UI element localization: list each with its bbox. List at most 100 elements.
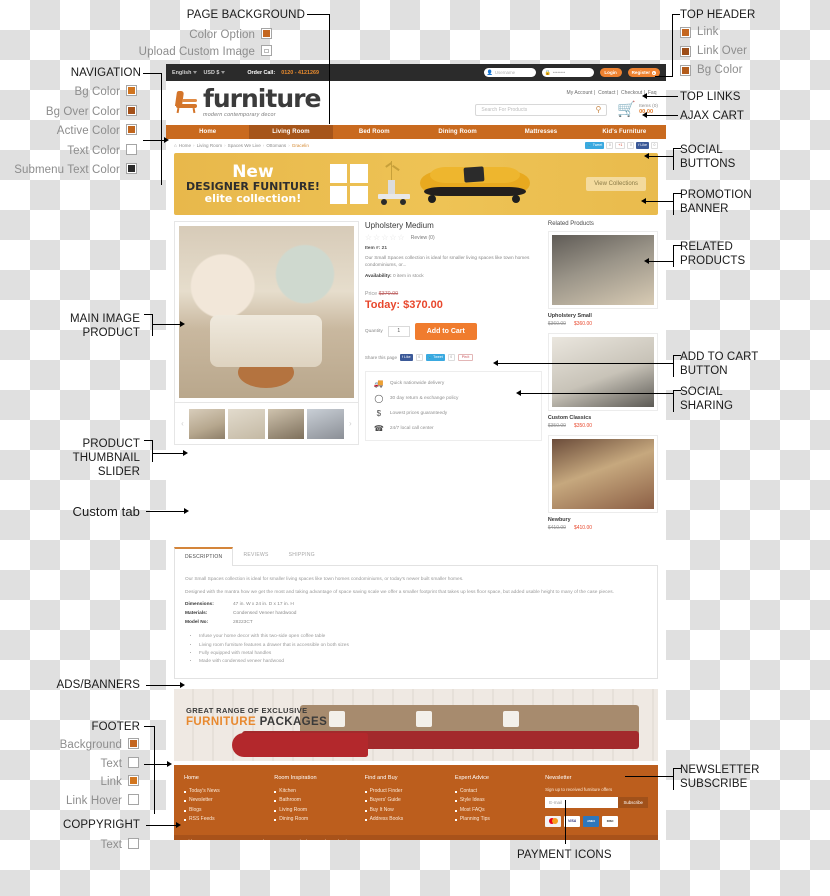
nav-item-dining-room[interactable]: Dining Room <box>416 125 499 139</box>
product-thumbnail-slider[interactable]: ‹ › <box>174 403 359 445</box>
leader-line <box>646 115 678 116</box>
footer-link[interactable]: Today's News <box>184 787 266 797</box>
thumbnail-1[interactable] <box>189 408 226 439</box>
feature-text: 24/7 local call center <box>389 425 434 431</box>
nav-item-home[interactable]: Home <box>166 125 249 139</box>
spec-key: Dimensions: <box>185 602 214 608</box>
footer-link[interactable]: Address Books <box>364 815 447 825</box>
footer-link[interactable]: Newsletter <box>184 796 266 806</box>
swatch-top-header-link[interactable] <box>680 27 691 38</box>
tab-description[interactable]: DESCRIPTION <box>174 547 234 566</box>
breadcrumb-living-room[interactable]: Living Room <box>197 143 223 148</box>
footer-link[interactable]: Kitchen <box>274 787 356 797</box>
armchair-icon <box>174 91 200 114</box>
password-input[interactable]: 🔒 •••••••• <box>541 68 594 77</box>
swatch-nav-bg-over-color[interactable] <box>126 105 137 116</box>
feature-item: 🚚 Quick nationwide delivery <box>374 379 533 388</box>
swatch-footer-background[interactable] <box>128 738 139 749</box>
thumb-next-arrow[interactable]: › <box>347 419 354 428</box>
footer-link[interactable]: Planning Tips <box>454 815 537 825</box>
footer-link[interactable]: Contact <box>454 787 537 797</box>
tab-shipping[interactable]: SHIPPING <box>279 547 325 565</box>
footer-link[interactable]: Living Room <box>274 806 356 816</box>
login-button[interactable]: Login <box>599 68 622 77</box>
share-twitter[interactable]: 🐦 Tweet <box>425 353 445 361</box>
nav-item-mattresses[interactable]: Mattresses <box>499 125 582 139</box>
related-product-name[interactable]: Upholstery Small <box>548 313 658 319</box>
add-to-cart-button[interactable]: Add to Cart <box>414 322 477 340</box>
spec-row: Materials: Condensed Veneer hardwood <box>185 611 647 616</box>
thumbnail-4[interactable] <box>307 408 344 439</box>
tab-reviews[interactable]: REVIEWS <box>233 547 278 565</box>
search-icon[interactable]: ⚲ <box>596 105 602 114</box>
language-selector[interactable]: English <box>172 70 198 76</box>
footer-link[interactable]: Product Finder <box>364 787 447 797</box>
swatch-page-bg-color-option[interactable] <box>261 28 272 39</box>
swatch-nav-text-color[interactable] <box>126 144 137 155</box>
nav-item-kids-furniture[interactable]: Kid's Furniture <box>583 125 666 139</box>
swatch-top-header-bg-color[interactable] <box>680 65 691 76</box>
username-input[interactable]: 👤 Username <box>483 68 536 77</box>
google-plus-button[interactable]: +1 <box>615 141 626 149</box>
rating[interactable]: ☆ ☆ ☆ ☆ ☆ Review (0) <box>365 234 542 242</box>
newsletter-subscribe-button[interactable]: Subscribe <box>618 796 648 808</box>
swatch-footer-text[interactable] <box>128 757 139 768</box>
leader-line <box>520 393 673 394</box>
breadcrumb-spaces-we-live[interactable]: Spaces We Live <box>228 143 261 148</box>
leader-line <box>154 726 155 814</box>
currency-selector[interactable]: USD $ <box>203 70 226 76</box>
twitter-tweet-button[interactable]: 🐦 Tweet <box>585 141 605 149</box>
nav-item-living-room[interactable]: Living Room <box>249 125 333 139</box>
view-collections-button[interactable]: View Collections <box>586 177 646 191</box>
swatch-page-bg-upload-image[interactable] <box>261 45 272 56</box>
newsletter-email-input[interactable]: E-mail <box>545 796 619 808</box>
review-count[interactable]: Review (0) <box>411 235 435 241</box>
footer-link[interactable]: Dining Room <box>274 815 356 825</box>
thumb-prev-arrow[interactable]: ‹ <box>179 419 186 428</box>
related-product-image[interactable] <box>547 231 658 309</box>
logo[interactable]: furniture modern contemporary decor <box>174 86 321 125</box>
swatch-top-header-link-over[interactable] <box>680 46 691 57</box>
top-link-contact[interactable]: Contact <box>598 90 615 96</box>
footer-link[interactable]: Buyers' Guide <box>364 796 447 806</box>
footer-link[interactable]: RSS Feeds <box>184 815 266 825</box>
top-link-checkout[interactable]: Checkout <box>621 90 642 96</box>
share-pinterest[interactable]: Pin it <box>457 353 474 361</box>
related-product-image[interactable] <box>547 333 658 411</box>
top-link-my-account[interactable]: My Account <box>567 90 593 96</box>
leader-line <box>673 768 674 790</box>
promotion-banner[interactable]: New DESIGNER FUNITURE! elite collection!… <box>174 153 658 215</box>
spec-row: Dimensions: 47 in. W x 24 in. D x 17 in.… <box>185 602 647 607</box>
share-facebook-like[interactable]: f Like <box>400 353 413 361</box>
related-product-name[interactable]: Custom Classics <box>548 415 658 421</box>
related-product-name[interactable]: Newbury <box>548 517 658 523</box>
sofa-graphic <box>419 163 530 205</box>
related-product-item[interactable]: Newbury $410.00 $410.00 <box>547 435 658 531</box>
share-label: Share this page <box>364 354 398 360</box>
related-product-item[interactable]: Custom Classics $350.00 $350.00 <box>547 333 658 429</box>
facebook-like-button[interactable]: f Like <box>636 141 649 149</box>
main-image-product[interactable] <box>174 221 359 403</box>
thumbnail-3[interactable] <box>267 408 305 439</box>
ads-banner[interactable]: GREAT RANGE OF EXCLUSIVE FURNITURE PACKA… <box>174 688 658 761</box>
truck-icon: 🚚 <box>373 378 384 388</box>
nav-item-bed-room[interactable]: Bed Room <box>333 125 416 139</box>
related-product-image[interactable] <box>547 435 658 513</box>
footer-link[interactable]: Blogs <box>184 806 266 816</box>
swatch-nav-active-color[interactable] <box>126 124 137 135</box>
breadcrumb-home[interactable]: Home <box>179 143 191 148</box>
swatch-footer-link-hover[interactable] <box>128 794 139 805</box>
thumbnail-2[interactable] <box>228 408 265 439</box>
footer-link[interactable]: Bathroom <box>274 796 356 806</box>
footer-link[interactable]: Buy It Now <box>364 806 447 816</box>
swatch-nav-submenu-text-color[interactable] <box>126 163 137 174</box>
breadcrumb-ottomans[interactable]: Ottomans <box>266 143 286 148</box>
related-product-item[interactable]: Upholstery Small $360.00 $360.00 <box>547 231 658 327</box>
quantity-input[interactable]: 1 <box>387 325 410 337</box>
footer-link[interactable]: Style Ideas <box>454 796 537 806</box>
swatch-nav-bg-color[interactable] <box>126 85 137 96</box>
search-input[interactable]: Search For Products ⚲ <box>475 103 608 116</box>
swatch-coppyright-text[interactable] <box>128 838 139 849</box>
swatch-footer-link[interactable] <box>128 775 139 786</box>
footer-link[interactable]: Most FAQs <box>454 806 537 816</box>
